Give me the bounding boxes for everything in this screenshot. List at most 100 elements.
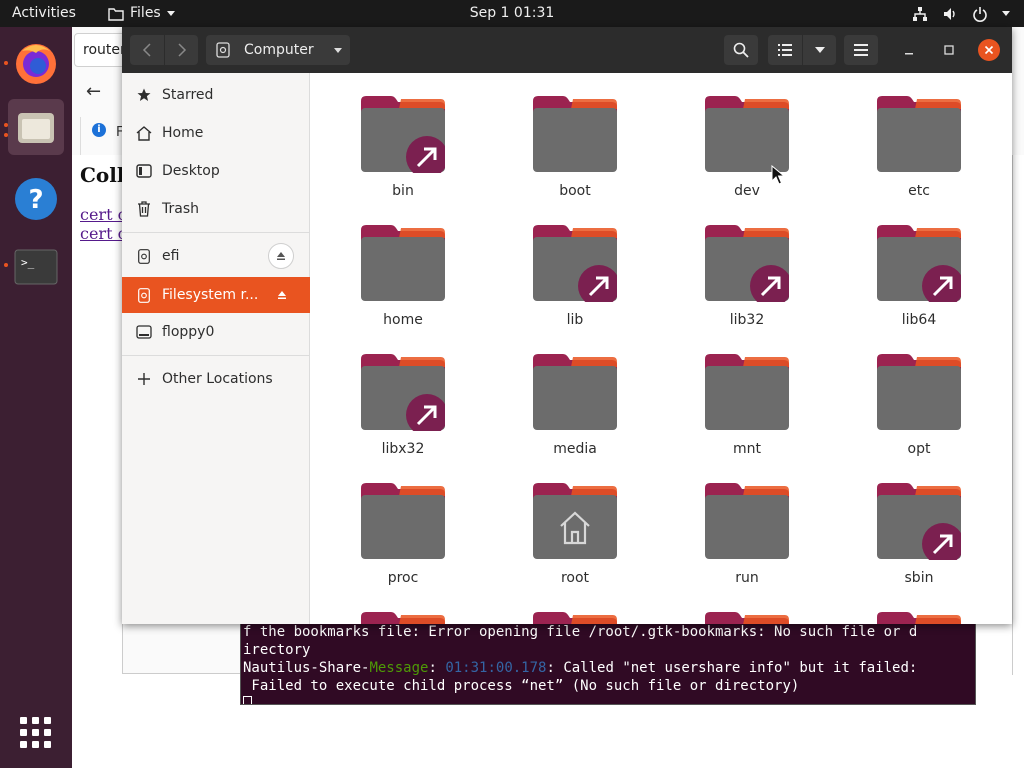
top-bar: Activities Files Sep 1 01:31 <box>0 0 1024 27</box>
chevron-left-icon <box>142 43 151 57</box>
folder-icon <box>705 483 789 559</box>
folder-mnt[interactable]: mnt <box>677 331 817 457</box>
maximize-icon <box>944 45 954 55</box>
folder-libx32[interactable]: libx32 <box>333 331 473 457</box>
minimize-button[interactable] <box>898 39 920 61</box>
file-grid: bin boot dev etc home lib lib32 lib64 libx32 medi… <box>311 73 1012 624</box>
eject-button[interactable] <box>268 243 294 269</box>
sidebar-item-desktop[interactable]: Desktop <box>122 153 310 189</box>
sidebar-item-trash[interactable]: Trash <box>122 191 310 227</box>
sidebar-item-home[interactable]: Home <box>122 115 310 151</box>
sidebar-item-efi[interactable]: efi <box>122 238 310 274</box>
background-window-edge <box>1012 155 1024 675</box>
folder-name: dev <box>734 183 760 199</box>
sidebar-item-floppy0[interactable]: floppy0 <box>122 314 310 350</box>
sidebar-item-other-locations[interactable]: Other Locations <box>122 361 310 397</box>
dock: ? >_ <box>0 27 72 768</box>
close-icon <box>984 45 994 55</box>
running-indicator <box>4 123 8 127</box>
back-button[interactable] <box>130 35 164 65</box>
folder-lib32[interactable]: lib32 <box>677 202 817 328</box>
system-tray[interactable] <box>912 0 1010 27</box>
folder-item[interactable] <box>849 589 989 624</box>
back-arrow-icon[interactable]: ← <box>86 81 101 102</box>
folder-name: lib64 <box>901 312 937 328</box>
dock-terminal[interactable]: >_ <box>8 239 64 295</box>
close-button[interactable] <box>978 39 1000 61</box>
folder-etc[interactable]: etc <box>849 73 989 199</box>
terminal-window[interactable]: f the bookmarks file: Error opening file… <box>240 622 976 705</box>
plus-icon <box>136 371 152 387</box>
folder-root[interactable]: root <box>505 460 645 586</box>
floppy-icon <box>136 324 152 340</box>
folder-boot[interactable]: boot <box>505 73 645 199</box>
drive-icon <box>136 248 152 264</box>
svg-text:>_: >_ <box>21 256 35 269</box>
sidebar-item-starred[interactable]: Starred <box>122 77 310 113</box>
folder-sbin[interactable]: sbin <box>849 460 989 586</box>
app-menu-files[interactable]: Files <box>108 0 175 27</box>
sidebar-item-filesystem-root[interactable]: Filesystem r... <box>122 277 310 313</box>
folder-icon <box>877 96 961 172</box>
folder-proc[interactable]: proc <box>333 460 473 586</box>
folder-icon <box>877 225 961 302</box>
search-icon <box>733 42 749 58</box>
running-indicator <box>4 263 8 267</box>
folder-icon <box>877 354 961 430</box>
folder-icon <box>877 483 961 560</box>
folder-run[interactable]: run <box>677 460 817 586</box>
clock[interactable]: Sep 1 01:31 <box>470 5 555 21</box>
sidebar-divider <box>122 232 310 233</box>
folder-dev[interactable]: dev <box>677 73 817 199</box>
folder-icon <box>533 225 617 302</box>
main-menu-button[interactable] <box>844 35 878 65</box>
browser-tab[interactable]: router <box>74 33 128 67</box>
folder-media[interactable]: media <box>505 331 645 457</box>
dock-files[interactable] <box>8 99 64 155</box>
path-bar-computer[interactable]: Computer <box>206 35 350 65</box>
files-window: Computer Starred Home Desktop Trash efi … <box>122 27 1012 624</box>
running-indicator <box>4 61 8 65</box>
hamburger-icon <box>854 44 868 56</box>
drive-icon <box>216 42 230 58</box>
folder-bin[interactable]: bin <box>333 73 473 199</box>
folder-icon <box>361 96 445 173</box>
dock-firefox[interactable] <box>8 35 64 91</box>
view-options-button[interactable] <box>802 35 836 65</box>
search-button[interactable] <box>724 35 758 65</box>
info-icon: i <box>92 123 106 137</box>
eject-button[interactable] <box>270 285 294 305</box>
folder-icon <box>361 354 445 431</box>
folder-name: mnt <box>733 441 761 457</box>
folder-name: sbin <box>904 570 934 586</box>
sidebar-item-label: Filesystem r... <box>162 287 259 303</box>
page-link[interactable]: cert c <box>80 224 127 243</box>
page-link[interactable]: cert c <box>80 205 127 224</box>
forward-button[interactable] <box>164 35 198 65</box>
dock-help[interactable]: ? <box>8 171 64 227</box>
chevron-right-icon <box>177 43 186 57</box>
show-applications-button[interactable] <box>8 705 64 761</box>
folder-name: run <box>735 570 759 586</box>
folder-opt[interactable]: opt <box>849 331 989 457</box>
folder-item[interactable] <box>505 589 645 624</box>
maximize-button[interactable] <box>938 39 960 61</box>
folder-item[interactable] <box>677 589 817 624</box>
chevron-down-icon <box>1002 11 1010 16</box>
sidebar-divider <box>122 355 310 356</box>
folder-item[interactable] <box>333 589 473 624</box>
files-app-icon <box>108 7 124 21</box>
list-view-button[interactable] <box>768 35 802 65</box>
activities-button[interactable]: Activities <box>12 0 76 27</box>
home-icon <box>136 125 152 141</box>
folder-lib[interactable]: lib <box>505 202 645 328</box>
terminal-line: Nautilus-Share-Message: 01:31:00.178: Ca… <box>243 660 917 676</box>
terminal-timestamp: 01:31:00.178 <box>445 660 547 676</box>
folder-lib64[interactable]: lib64 <box>849 202 989 328</box>
terminal-text: : Called "net usershare info" but it fai… <box>546 660 918 676</box>
sidebar-item-label: Trash <box>162 201 199 217</box>
folder-icon <box>877 612 961 624</box>
folder-icon <box>533 612 617 624</box>
folder-home[interactable]: home <box>333 202 473 328</box>
terminal-text: Message <box>369 660 429 676</box>
